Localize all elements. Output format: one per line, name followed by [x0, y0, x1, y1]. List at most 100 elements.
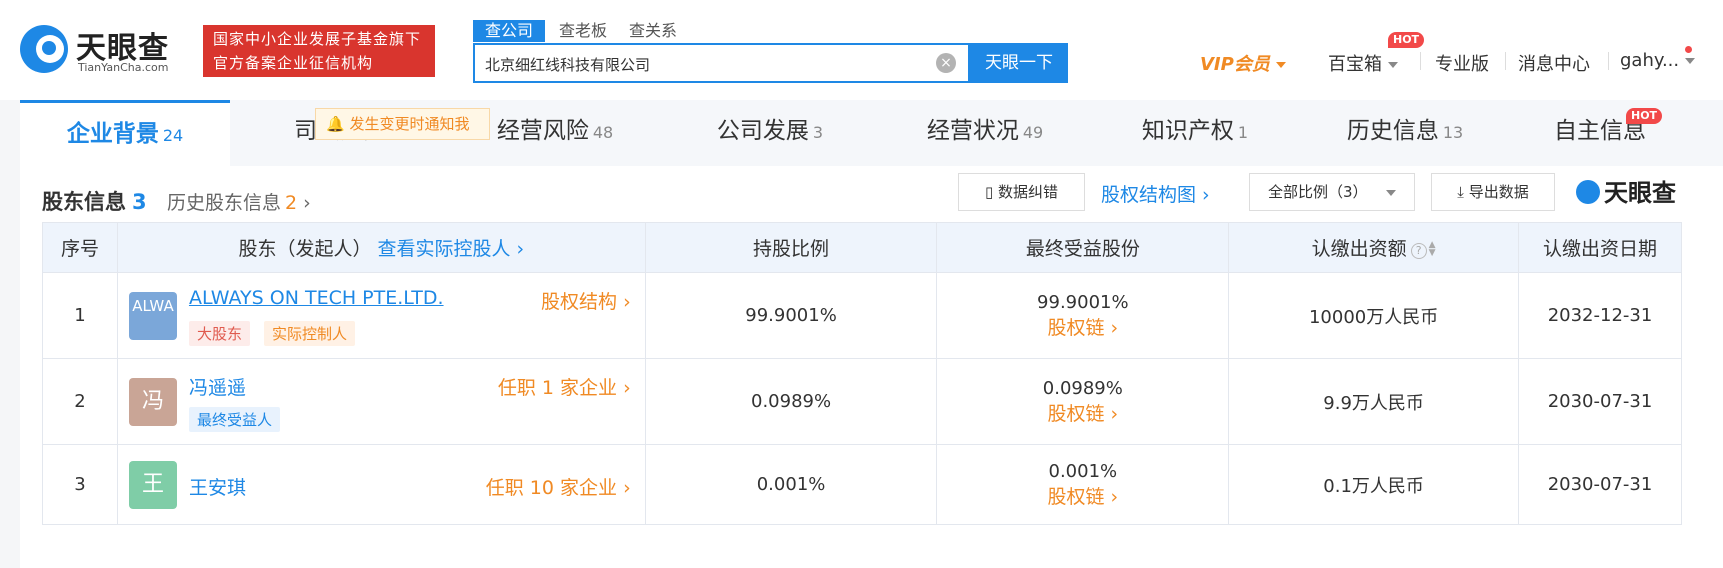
amount-cell: 10000万人民币: [1228, 272, 1520, 359]
user-menu[interactable]: gahy...: [1620, 50, 1696, 71]
tab-label: 知识产权: [1141, 118, 1234, 144]
tab-label: 企业背景: [66, 121, 159, 147]
treasure-label: 百宝箱: [1328, 54, 1382, 75]
shareholder-name-link[interactable]: ALWAYS ON TECH PTE.LTD.: [189, 287, 444, 309]
data-correct-button[interactable]: ▯ 数据纠错: [958, 173, 1085, 211]
shareholder-cell: ALWA ALWAYS ON TECH PTE.LTD. 大股东 实际控制人 股…: [116, 272, 646, 359]
help-icon[interactable]: ?: [1410, 243, 1427, 259]
watermark-logo: 天眼查: [1576, 173, 1676, 208]
right-link-label: 股权结构: [541, 291, 618, 313]
tab-self-info[interactable]: 自主信息: [1510, 100, 1690, 166]
search-tab-company[interactable]: 查公司: [473, 20, 546, 42]
positions-link[interactable]: 任职 10 家企业 ›: [486, 473, 631, 500]
tab-label: 经营状况: [926, 118, 1019, 144]
equity-structure-row-link[interactable]: 股权结构 ›: [541, 287, 631, 314]
col-shareholder-label: 股东（发起人）: [238, 238, 372, 260]
nav-divider: [1505, 52, 1506, 70]
equity-chain-link[interactable]: 股权链 ›: [937, 482, 1228, 509]
ratio-select[interactable]: 全部比例（3）: [1249, 173, 1415, 211]
search-input[interactable]: [485, 53, 905, 75]
vip-label: VIP会员: [1200, 54, 1270, 75]
hot-badge: HOT: [1388, 32, 1425, 48]
col-date: 认缴出资日期: [1518, 222, 1682, 273]
shareholder-name-link[interactable]: 王安琪: [189, 473, 246, 500]
chevron-right-icon: ›: [617, 377, 631, 399]
equity-structure-link[interactable]: 股权结构图 ›: [1101, 180, 1210, 207]
history-count: 2: [285, 192, 298, 214]
chevron-right-icon: ›: [1104, 485, 1119, 508]
section-title-text: 股东信息: [42, 190, 126, 214]
tab-label: 经营风险: [496, 118, 589, 144]
table-row: 1 ALWA ALWAYS ON TECH PTE.LTD. 大股东 实际控制人…: [42, 272, 1682, 359]
clear-icon[interactable]: ×: [936, 53, 956, 73]
nav-divider: [1608, 52, 1609, 70]
structure-label: 股权结构图: [1101, 184, 1197, 206]
date-cell: 2032-12-31: [1518, 272, 1682, 359]
correct-label: 数据纠错: [998, 183, 1059, 201]
amount-cell: 0.1万人民币: [1228, 444, 1520, 525]
table-row: 3 王 王安琪 任职 10 家企业 › 0.001% 0.001% 股权链 › 0…: [42, 444, 1682, 525]
user-name: gahy...: [1620, 50, 1680, 71]
treasure-menu[interactable]: 百宝箱: [1328, 50, 1398, 76]
tag-major-shareholder: 大股东: [188, 321, 250, 346]
positions-link[interactable]: 任职 1 家企业 ›: [498, 373, 631, 400]
search-tab-boss[interactable]: 查老板: [559, 20, 607, 42]
tab-background[interactable]: 企业背景 24: [20, 100, 230, 166]
shareholder-name-link[interactable]: 冯遥遥: [189, 373, 246, 400]
ratio-cell: 99.9001%: [644, 272, 938, 359]
slogan-line2: 官方备案企业征信机构: [213, 54, 374, 72]
slogan-line1: 国家中小企业发展子基金旗下: [213, 30, 422, 48]
tab-operation-status[interactable]: 经营状况 49: [885, 100, 1085, 166]
change-notify-button[interactable]: 🔔 发生变更时通知我: [315, 108, 490, 140]
chevron-right-icon: ›: [1196, 184, 1210, 206]
history-shareholders-link[interactable]: 历史股东信息 2 ›: [167, 188, 311, 215]
search-button[interactable]: 天眼一下: [970, 43, 1068, 83]
export-button[interactable]: ⤓ 导出数据: [1431, 173, 1555, 211]
chevron-right-icon: ›: [1104, 316, 1119, 339]
row-index: 2: [42, 358, 118, 445]
chevron-right-icon: ›: [297, 192, 311, 214]
tab-count: 49: [1022, 123, 1044, 142]
table-header-row: 序号 股东（发起人） 查看实际控股人 › 持股比例 最终受益股份 认缴出资额? ▲ ▼…: [42, 222, 1682, 273]
equity-chain-link[interactable]: 股权链 ›: [937, 313, 1228, 340]
row-index: 1: [42, 272, 118, 359]
vip-menu[interactable]: VIP会员: [1200, 50, 1286, 76]
tab-count: 48: [592, 123, 614, 142]
col-final-benefit: 最终受益股份: [936, 222, 1230, 273]
search-box: ×: [473, 43, 970, 83]
right-link-label: 任职 1 家企业: [497, 377, 618, 399]
category-tabs: 企业背景24 司法风险 经营风险48 公司发展3 经营状况49 知识产权1 历史…: [20, 100, 1723, 166]
col-index: 序号: [42, 222, 118, 273]
final-benefit-cell: 99.9001% 股权链 ›: [936, 272, 1230, 359]
notify-label: 发生变更时通知我: [349, 115, 470, 133]
messages-link[interactable]: 消息中心: [1518, 50, 1590, 76]
actual-controller-link[interactable]: 查看实际控股人 ›: [377, 238, 524, 260]
section-count: 3: [132, 190, 147, 214]
col-subscribed-label: 认缴出资额: [1311, 238, 1407, 260]
sort-icon[interactable]: ▲ ▼: [1429, 241, 1436, 258]
actual-controller-label: 查看实际控股人: [377, 238, 511, 260]
tianyancha-logo[interactable]: 天眼查 TianYanCha.com: [20, 23, 190, 74]
tab-ip[interactable]: 知识产权 1: [1095, 100, 1295, 166]
search-tab-relation[interactable]: 查关系: [629, 20, 677, 42]
document-icon: ▯: [984, 183, 994, 201]
ratio-cell: 0.001%: [644, 444, 938, 525]
tab-count: 13: [1442, 123, 1464, 142]
tag-actual-controller: 实际控制人: [263, 321, 355, 346]
bell-icon: 🔔: [326, 115, 345, 133]
avatar: ALWA: [128, 292, 177, 340]
chevron-right-icon: ›: [1104, 402, 1119, 425]
right-link-label: 任职 10 家企业: [485, 477, 618, 499]
history-label: 历史股东信息: [167, 192, 282, 214]
pro-link[interactable]: 专业版: [1435, 50, 1489, 76]
equity-chain-link[interactable]: 股权链 ›: [937, 399, 1228, 426]
tab-history[interactable]: 历史信息 13: [1305, 100, 1505, 166]
final-value: 99.9001%: [1037, 291, 1129, 313]
logo-eye-icon: [1576, 180, 1600, 204]
tab-development[interactable]: 公司发展 3: [670, 100, 870, 166]
top-header: 天眼查 TianYanCha.com 国家中小企业发展子基金旗下 官方备案企业征…: [0, 0, 1723, 100]
chevron-down-icon: [1388, 62, 1398, 68]
col-subscribed[interactable]: 认缴出资额? ▲ ▼: [1228, 222, 1520, 273]
chevron-right-icon: ›: [510, 238, 525, 260]
tab-label: 历史信息: [1346, 118, 1439, 144]
